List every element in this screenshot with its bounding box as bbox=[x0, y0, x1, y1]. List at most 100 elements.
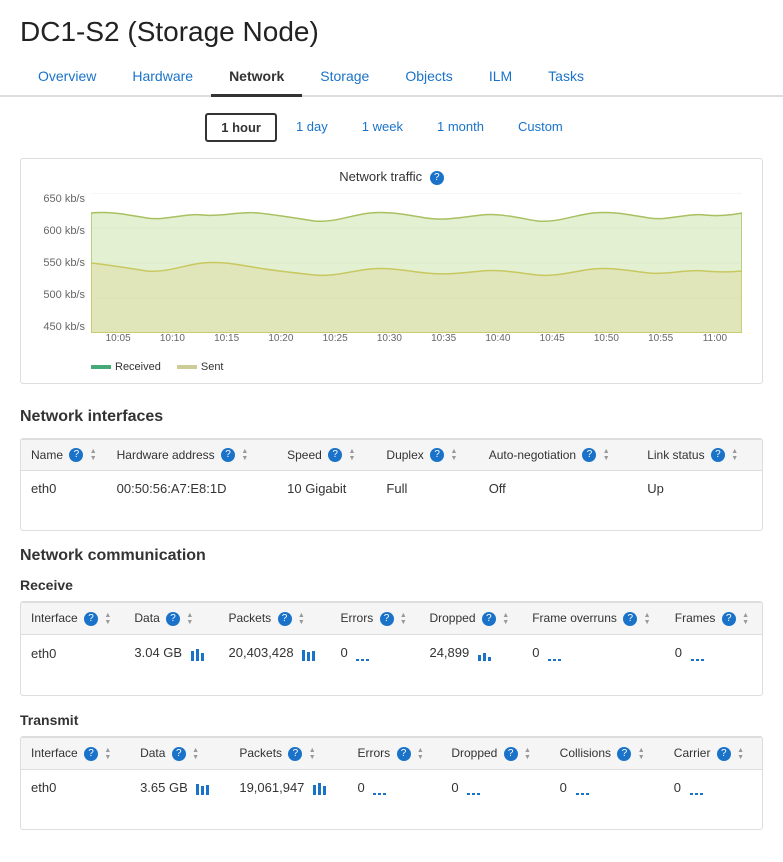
trans-data-minichart[interactable] bbox=[195, 781, 211, 795]
trans-carrier-minichart[interactable] bbox=[689, 781, 705, 795]
recv-dropped-help[interactable]: ? bbox=[482, 612, 496, 626]
recv-frames-minichart[interactable] bbox=[690, 647, 706, 661]
recv-cell-data: 3.04 GB bbox=[124, 635, 218, 671]
trans-carrier-help[interactable]: ? bbox=[717, 747, 731, 761]
recv-data-minichart[interactable] bbox=[190, 647, 206, 661]
trans-packets-sort[interactable]: ▲▼ bbox=[309, 747, 316, 761]
recv-packets-help[interactable]: ? bbox=[278, 612, 292, 626]
speed-help-icon[interactable]: ? bbox=[328, 448, 342, 462]
x-label: 10:45 bbox=[525, 333, 579, 353]
name-help-icon[interactable]: ? bbox=[69, 448, 83, 462]
receive-subtitle: Receive bbox=[20, 577, 763, 593]
recv-packets-minichart[interactable] bbox=[301, 647, 317, 661]
trans-dropped-minichart[interactable] bbox=[466, 781, 482, 795]
receive-table: Interface ? ▲▼ Data ? ▲▼ Packets ? ▲▼ bbox=[21, 602, 762, 670]
trans-data-sort[interactable]: ▲▼ bbox=[192, 747, 199, 761]
tab-storage[interactable]: Storage bbox=[302, 58, 387, 97]
recv-data-sort[interactable]: ▲▼ bbox=[186, 612, 193, 626]
recv-cell-errors: 0 bbox=[331, 635, 420, 671]
trans-cell-collisions: 0 bbox=[550, 769, 664, 805]
autoneg-sort[interactable]: ▲▼ bbox=[603, 448, 610, 462]
recv-errors-help[interactable]: ? bbox=[380, 612, 394, 626]
recv-packets-sort[interactable]: ▲▼ bbox=[298, 612, 305, 626]
trans-collisions-minichart[interactable] bbox=[575, 781, 591, 795]
x-label: 10:15 bbox=[200, 333, 254, 353]
trans-interface-help[interactable]: ? bbox=[84, 747, 98, 761]
trans-errors-minichart[interactable] bbox=[372, 781, 388, 795]
recv-frame-help[interactable]: ? bbox=[623, 612, 637, 626]
trans-errors-help[interactable]: ? bbox=[397, 747, 411, 761]
th-auto-negotiation: Auto-negotiation ? ▲▼ bbox=[479, 439, 638, 471]
trans-carrier-sort[interactable]: ▲▼ bbox=[737, 747, 744, 761]
duplex-sort[interactable]: ▲▼ bbox=[450, 448, 457, 462]
time-range-tabs: 1 hour 1 day 1 week 1 month Custom bbox=[20, 113, 763, 142]
recv-dropped-minichart[interactable] bbox=[477, 647, 493, 661]
trans-collisions-sort[interactable]: ▲▼ bbox=[638, 747, 645, 761]
transmit-table-wrapper: Interface ? ▲▼ Data ? ▲▼ Packets ? ▲▼ bbox=[20, 736, 763, 830]
autoneg-help-icon[interactable]: ? bbox=[582, 448, 596, 462]
th-trans-interface: Interface ? ▲▼ bbox=[21, 737, 130, 769]
recv-cell-frame-overruns: 0 bbox=[522, 635, 665, 671]
recv-frames-help[interactable]: ? bbox=[722, 612, 736, 626]
tab-ilm[interactable]: ILM bbox=[471, 58, 530, 97]
x-label: 10:35 bbox=[417, 333, 471, 353]
chart-area: 650 kb/s 600 kb/s 550 kb/s 500 kb/s 450 … bbox=[31, 193, 752, 353]
time-tab-1day[interactable]: 1 day bbox=[281, 113, 343, 142]
linkstatus-help-icon[interactable]: ? bbox=[711, 448, 725, 462]
x-axis: 10:05 10:10 10:15 10:20 10:25 10:30 10:3… bbox=[91, 333, 742, 353]
transmit-table: Interface ? ▲▼ Data ? ▲▼ Packets ? ▲▼ bbox=[21, 737, 762, 805]
linkstatus-sort[interactable]: ▲▼ bbox=[731, 448, 738, 462]
time-tab-1month[interactable]: 1 month bbox=[422, 113, 499, 142]
time-tab-1hour[interactable]: 1 hour bbox=[205, 113, 277, 142]
trans-packets-help[interactable]: ? bbox=[288, 747, 302, 761]
x-label: 10:05 bbox=[91, 333, 145, 353]
recv-errors-sort[interactable]: ▲▼ bbox=[400, 612, 407, 626]
trans-collisions-help[interactable]: ? bbox=[617, 747, 631, 761]
recv-dropped-sort[interactable]: ▲▼ bbox=[502, 612, 509, 626]
tab-overview[interactable]: Overview bbox=[20, 58, 114, 97]
cell-link-status: Up bbox=[637, 471, 762, 507]
time-tab-1week[interactable]: 1 week bbox=[347, 113, 418, 142]
network-communication-title: Network communication bbox=[20, 547, 763, 565]
recv-frame-minichart[interactable] bbox=[547, 647, 563, 661]
name-sort[interactable]: ▲▼ bbox=[90, 448, 97, 462]
cell-auto-negotiation: Off bbox=[479, 471, 638, 507]
recv-interface-help[interactable]: ? bbox=[84, 612, 98, 626]
recv-cell-dropped: 24,899 bbox=[419, 635, 522, 671]
y-label: 600 kb/s bbox=[31, 225, 85, 237]
recv-cell-interface: eth0 bbox=[21, 635, 124, 671]
recv-frames-sort[interactable]: ▲▼ bbox=[742, 612, 749, 626]
cell-speed: 10 Gigabit bbox=[277, 471, 376, 507]
trans-dropped-help[interactable]: ? bbox=[504, 747, 518, 761]
chart-plot bbox=[91, 193, 742, 333]
trans-data-help[interactable]: ? bbox=[172, 747, 186, 761]
legend-sent-label: Sent bbox=[201, 361, 224, 373]
tab-tasks[interactable]: Tasks bbox=[530, 58, 602, 97]
y-axis: 650 kb/s 600 kb/s 550 kb/s 500 kb/s 450 … bbox=[31, 193, 91, 333]
duplex-help-icon[interactable]: ? bbox=[430, 448, 444, 462]
speed-sort[interactable]: ▲▼ bbox=[349, 448, 356, 462]
trans-errors-sort[interactable]: ▲▼ bbox=[417, 747, 424, 761]
hardware-sort[interactable]: ▲▼ bbox=[241, 448, 248, 462]
th-recv-errors: Errors ? ▲▼ bbox=[331, 603, 420, 635]
recv-frame-sort[interactable]: ▲▼ bbox=[644, 612, 651, 626]
th-trans-errors: Errors ? ▲▼ bbox=[348, 737, 442, 769]
tab-network[interactable]: Network bbox=[211, 58, 302, 97]
transmit-data-row: eth0 3.65 GB 19,061,947 0 bbox=[21, 769, 762, 805]
time-tab-custom[interactable]: Custom bbox=[503, 113, 578, 142]
x-label: 10:50 bbox=[579, 333, 633, 353]
recv-data-help[interactable]: ? bbox=[166, 612, 180, 626]
x-label: 10:40 bbox=[471, 333, 525, 353]
recv-interface-sort[interactable]: ▲▼ bbox=[104, 612, 111, 626]
th-name: Name ? ▲▼ bbox=[21, 439, 107, 471]
trans-packets-minichart[interactable] bbox=[312, 781, 328, 795]
recv-errors-minichart[interactable] bbox=[355, 647, 371, 661]
tab-hardware[interactable]: Hardware bbox=[114, 58, 211, 97]
tab-objects[interactable]: Objects bbox=[387, 58, 470, 97]
legend-sent-color bbox=[177, 365, 197, 369]
trans-dropped-sort[interactable]: ▲▼ bbox=[524, 747, 531, 761]
chart-help-icon[interactable]: ? bbox=[430, 171, 444, 185]
trans-cell-interface: eth0 bbox=[21, 769, 130, 805]
hardware-help-icon[interactable]: ? bbox=[221, 448, 235, 462]
trans-interface-sort[interactable]: ▲▼ bbox=[104, 747, 111, 761]
